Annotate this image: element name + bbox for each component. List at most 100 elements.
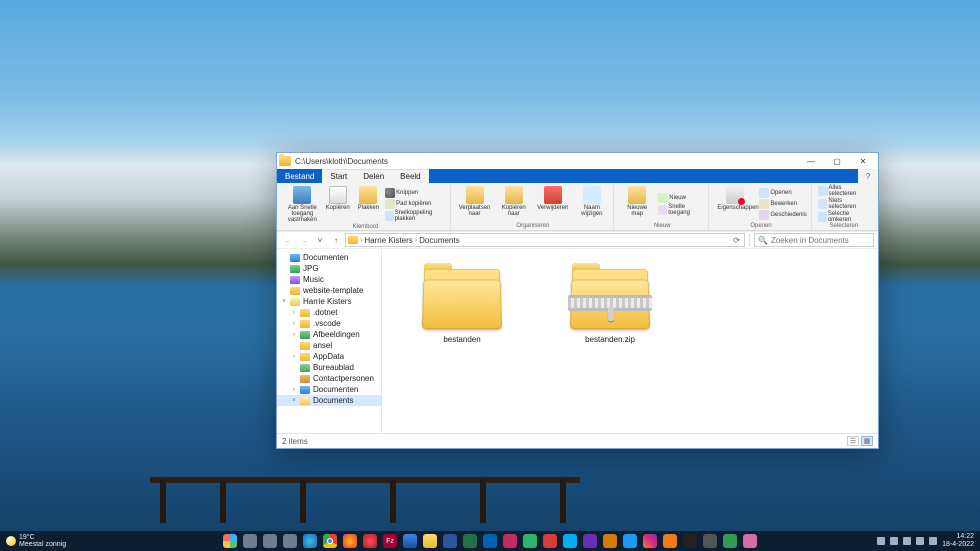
delete-button[interactable]: Verwijderen [535, 185, 570, 223]
cut-button[interactable]: Knippen [385, 188, 446, 198]
menu-help[interactable]: ? [858, 169, 878, 183]
outlook-app-icon[interactable] [483, 534, 497, 548]
taskbar[interactable]: 19°C Meestal zonnig [0, 531, 980, 551]
tray-volume-icon[interactable] [916, 537, 924, 545]
rename-button[interactable]: Naam wijzigen [574, 185, 609, 223]
tree-item[interactable]: JPG [277, 263, 381, 274]
nav-recent-button[interactable]: ˅ [313, 233, 327, 247]
easy-access-button[interactable]: Snelle toegang [658, 204, 704, 216]
opera-app-icon[interactable] [363, 534, 377, 548]
copy-to-button[interactable]: Kopiëren naar [496, 185, 531, 223]
settings-app-icon[interactable] [703, 534, 717, 548]
history-button[interactable]: Geschiedenis [759, 210, 806, 220]
view-details-button[interactable]: ☰ [847, 436, 859, 446]
twitter-app-icon[interactable] [623, 534, 637, 548]
mail-app-icon[interactable] [403, 534, 417, 548]
nav-forward-button[interactable]: → [297, 233, 311, 247]
app-icon[interactable] [583, 534, 597, 548]
vlc-app-icon[interactable] [663, 534, 677, 548]
open-button[interactable]: Openen [759, 188, 806, 198]
taskview-button[interactable] [263, 534, 277, 548]
tree-item[interactable]: ›AppData [277, 351, 381, 362]
tree-item[interactable]: Bureaublad [277, 362, 381, 373]
taskbar-clock[interactable]: 14:22 18-4-2022 [942, 533, 974, 548]
app-icon[interactable] [743, 534, 757, 548]
tree-item[interactable]: ›Afbeeldingen [277, 329, 381, 340]
menu-share[interactable]: Delen [355, 169, 392, 183]
app-icon[interactable] [543, 534, 557, 548]
pin-to-quickaccess-button[interactable]: Aan Snelle toegang vastmaken [285, 185, 320, 224]
view-icons-button[interactable]: ▦ [861, 436, 873, 446]
tree-item[interactable]: ansel [277, 340, 381, 351]
titlebar[interactable]: C:\Users\kloth\Documents — ▢ ✕ [277, 153, 878, 169]
tree-item[interactable]: Documenten [277, 252, 381, 263]
menu-view[interactable]: Beeld [392, 169, 428, 183]
navigation-tree[interactable]: DocumentenJPGMusicwebsite-template˅Harri… [277, 249, 382, 433]
search-input[interactable] [771, 236, 881, 245]
minimize-button[interactable]: — [798, 153, 824, 169]
tree-expand-icon[interactable]: ˅ [281, 299, 287, 305]
tray-onedrive-icon[interactable] [890, 537, 898, 545]
edge-app-icon[interactable] [303, 534, 317, 548]
paste-shortcut-button[interactable]: Snelkoppeling plakken [385, 210, 446, 222]
tree-expand-icon[interactable]: › [291, 310, 297, 316]
new-item-button[interactable]: Nieuw [658, 193, 704, 203]
system-tray[interactable]: 14:22 18-4-2022 [877, 533, 974, 548]
tree-item[interactable]: ˅Documents [277, 395, 381, 406]
folder-item[interactable]: bestanden [402, 263, 522, 344]
app-icon[interactable] [603, 534, 617, 548]
word-app-icon[interactable] [443, 534, 457, 548]
tree-item[interactable]: Music [277, 274, 381, 285]
menu-start[interactable]: Start [322, 169, 355, 183]
properties-button[interactable]: Eigenschappen [715, 185, 755, 223]
excel-app-icon[interactable] [463, 534, 477, 548]
invert-selection-button[interactable]: Selectie omkeren [818, 211, 870, 223]
nav-up-button[interactable]: ↑ [329, 233, 343, 247]
maximize-button[interactable]: ▢ [824, 153, 850, 169]
music-app-icon[interactable] [503, 534, 517, 548]
tree-expand-icon[interactable]: › [291, 354, 297, 360]
breadcrumb[interactable]: › Harrie Kisters › Documents ⟳ [345, 233, 745, 247]
tree-item[interactable]: Contactpersonen [277, 373, 381, 384]
filezilla-app-icon[interactable] [383, 534, 397, 548]
tree-expand-icon[interactable]: › [291, 387, 297, 393]
chrome-app-icon[interactable] [323, 534, 337, 548]
tree-expand-icon[interactable]: ˅ [291, 398, 297, 404]
instagram-app-icon[interactable] [643, 534, 657, 548]
tray-network-icon[interactable] [903, 537, 911, 545]
tray-chevron-icon[interactable] [877, 537, 885, 545]
tree-item[interactable]: ›.vscode [277, 318, 381, 329]
tree-item[interactable]: website-template [277, 285, 381, 296]
firefox-app-icon[interactable] [343, 534, 357, 548]
tree-item[interactable]: ›Documenten [277, 384, 381, 395]
nav-back-button[interactable]: ← [281, 233, 295, 247]
tree-expand-icon[interactable]: › [291, 332, 297, 338]
copy-path-button[interactable]: Pad kopiëren [385, 199, 446, 209]
items-view[interactable]: bestanden bestanden.zip [382, 249, 878, 433]
zip-file-item[interactable]: bestanden.zip [550, 263, 670, 344]
explorer-app-icon[interactable] [423, 534, 437, 548]
new-folder-button[interactable]: Nieuwe map [620, 185, 654, 223]
tree-item[interactable]: ˅Harrie Kisters [277, 296, 381, 307]
paste-button[interactable]: Plakken [356, 185, 381, 224]
skype-app-icon[interactable] [563, 534, 577, 548]
taskbar-weather[interactable]: 19°C Meestal zonnig [6, 534, 66, 548]
search-box[interactable]: 🔍 [754, 233, 874, 247]
select-all-button[interactable]: Alles selecteren [818, 185, 870, 197]
breadcrumb-item[interactable]: Harrie Kisters [364, 236, 412, 245]
widgets-button[interactable] [283, 534, 297, 548]
app-icon[interactable] [723, 534, 737, 548]
edit-button[interactable]: Bewerken [759, 199, 806, 209]
terminal-app-icon[interactable] [683, 534, 697, 548]
refresh-button[interactable]: ⟳ [731, 236, 742, 245]
breadcrumb-item[interactable]: Documents [419, 236, 459, 245]
tray-battery-icon[interactable] [929, 537, 937, 545]
select-none-button[interactable]: Niets selecteren [818, 198, 870, 210]
start-button[interactable] [223, 534, 237, 548]
tree-expand-icon[interactable]: › [291, 321, 297, 327]
close-button[interactable]: ✕ [850, 153, 876, 169]
move-to-button[interactable]: Verplaatsen naar [457, 185, 493, 223]
copy-button[interactable]: Kopiëren [324, 185, 352, 224]
tree-item[interactable]: ›.dotnet [277, 307, 381, 318]
menu-file[interactable]: Bestand [277, 169, 322, 183]
